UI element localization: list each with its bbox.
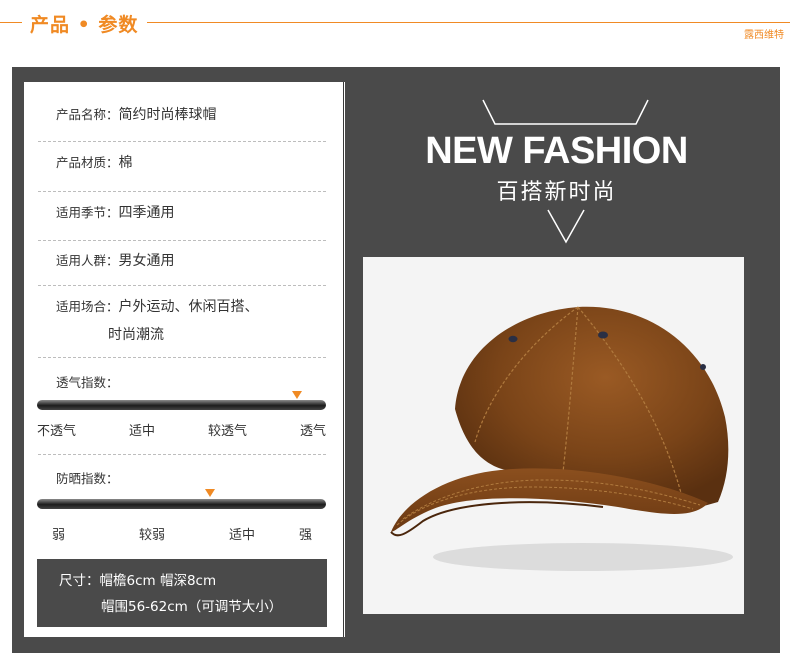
spec-value: 棉 — [118, 155, 133, 171]
spec-label: 产品名称： — [56, 107, 119, 122]
scale-tick: 较弱 — [138, 528, 165, 543]
spec-row-occasion: 适用场合：户外运动、休闲百搭、 时尚潮流 — [38, 296, 326, 358]
sun-protection-label: 防晒指数： — [56, 471, 119, 486]
breathability-level-marker — [292, 391, 303, 399]
breathability-label: 透气指数： — [56, 375, 119, 390]
sun-protection-level-marker — [205, 489, 216, 497]
scale-tick: 适中 — [128, 424, 155, 439]
scale-tick: 不透气 — [37, 424, 77, 439]
spec-row-material: 产品材质：棉 — [38, 152, 326, 192]
scale-tick: 较透气 — [207, 424, 247, 439]
divider — [38, 454, 326, 455]
size-info-box: 尺寸：帽檐6cm 帽深8cm 帽围56-62cm（可调节大小） — [37, 559, 327, 627]
spec-label: 产品材质： — [56, 155, 119, 170]
spec-value: 男女通用 — [118, 253, 175, 269]
spec-row-people: 适用人群：男女通用 — [38, 250, 326, 286]
scale-tick: 适中 — [228, 528, 255, 543]
spec-value: 简约时尚棒球帽 — [118, 107, 217, 123]
size-line-2: 帽围56-62cm（可调节大小） — [101, 599, 283, 615]
header-rule-right — [147, 22, 790, 23]
spec-label: 适用人群： — [56, 253, 119, 268]
spec-value: 四季通用 — [118, 205, 175, 221]
spec-value-continued: 时尚潮流 — [108, 327, 164, 343]
scale-tick: 弱 — [52, 528, 66, 543]
sun-protection-scale: 弱 较弱 适中 强 — [37, 524, 326, 543]
headline: NEW FASHION — [425, 130, 688, 172]
breathability-bar — [37, 400, 326, 410]
header-rule-left — [0, 22, 22, 23]
brand-name: 露西维特 — [744, 30, 784, 41]
baseball-cap-image — [390, 306, 733, 571]
spec-row-name: 产品名称：简约时尚棒球帽 — [38, 104, 326, 142]
scale-tick: 强 — [298, 528, 312, 543]
subline: 百搭新时尚 — [496, 180, 617, 205]
section-title: 产品 • 参数 — [30, 14, 139, 36]
spec-value: 户外运动、休闲百搭、 — [118, 299, 259, 315]
breathability-scale: 不透气 适中 较透气 透气 — [37, 420, 326, 439]
size-line-1: 尺寸：帽檐6cm 帽深8cm — [59, 573, 217, 589]
scale-tick: 透气 — [299, 424, 326, 439]
spec-row-season: 适用季节：四季通用 — [38, 202, 326, 241]
spec-panel: 产品名称：简约时尚棒球帽 产品材质：棉 适用季节：四季通用 适用人群：男女通用 … — [24, 82, 344, 637]
spec-label: 适用场合： — [56, 299, 119, 314]
product-photo — [363, 257, 744, 614]
visual-panel: NEW FASHION 百搭新时尚 — [345, 82, 768, 637]
spec-label: 适用季节： — [56, 205, 119, 220]
sun-protection-bar — [37, 499, 326, 509]
